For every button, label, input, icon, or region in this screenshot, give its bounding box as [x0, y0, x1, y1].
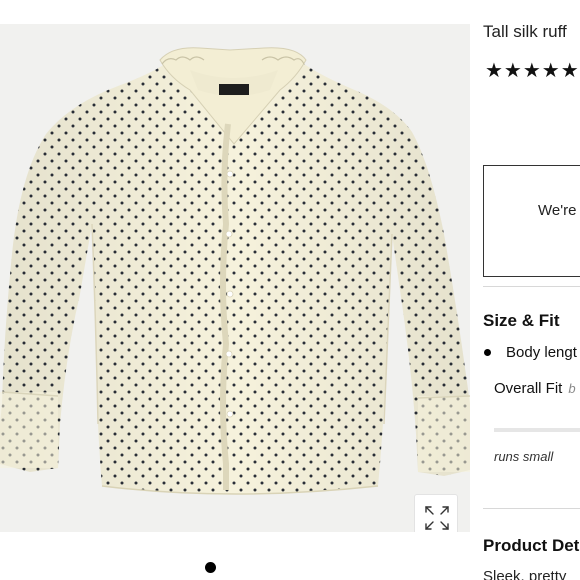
- carousel-dot-active[interactable]: [205, 562, 216, 573]
- expand-image-button[interactable]: [414, 494, 458, 532]
- overall-fit-value: b: [568, 381, 576, 396]
- expand-arrows-icon: [425, 506, 449, 530]
- product-image[interactable]: [0, 24, 470, 532]
- product-image-gallery[interactable]: [0, 24, 470, 532]
- size-fit-heading: Size & Fit: [483, 311, 560, 330]
- product-description: Sleek, pretty: [483, 568, 567, 580]
- runs-small-label: runs small: [494, 449, 554, 464]
- overall-fit: Overall Fit b: [494, 380, 576, 397]
- divider: [483, 286, 580, 287]
- overall-fit-label: Overall Fit: [494, 380, 563, 397]
- notice-text-line1: We're: [538, 202, 577, 219]
- fit-scale-bar: [494, 428, 580, 432]
- bullet-icon: [484, 349, 491, 356]
- product-title: Tall silk ruff: [483, 22, 567, 41]
- notice-box: We're P: [483, 165, 580, 277]
- product-info-panel: Tall silk ruff ★★★★★ We're P Size & Fit …: [470, 0, 580, 580]
- body-length-text: Body lengt: [506, 344, 577, 361]
- rating-stars[interactable]: ★★★★★: [485, 59, 580, 83]
- divider: [483, 508, 580, 509]
- product-details-heading[interactable]: Product Det: [483, 536, 579, 556]
